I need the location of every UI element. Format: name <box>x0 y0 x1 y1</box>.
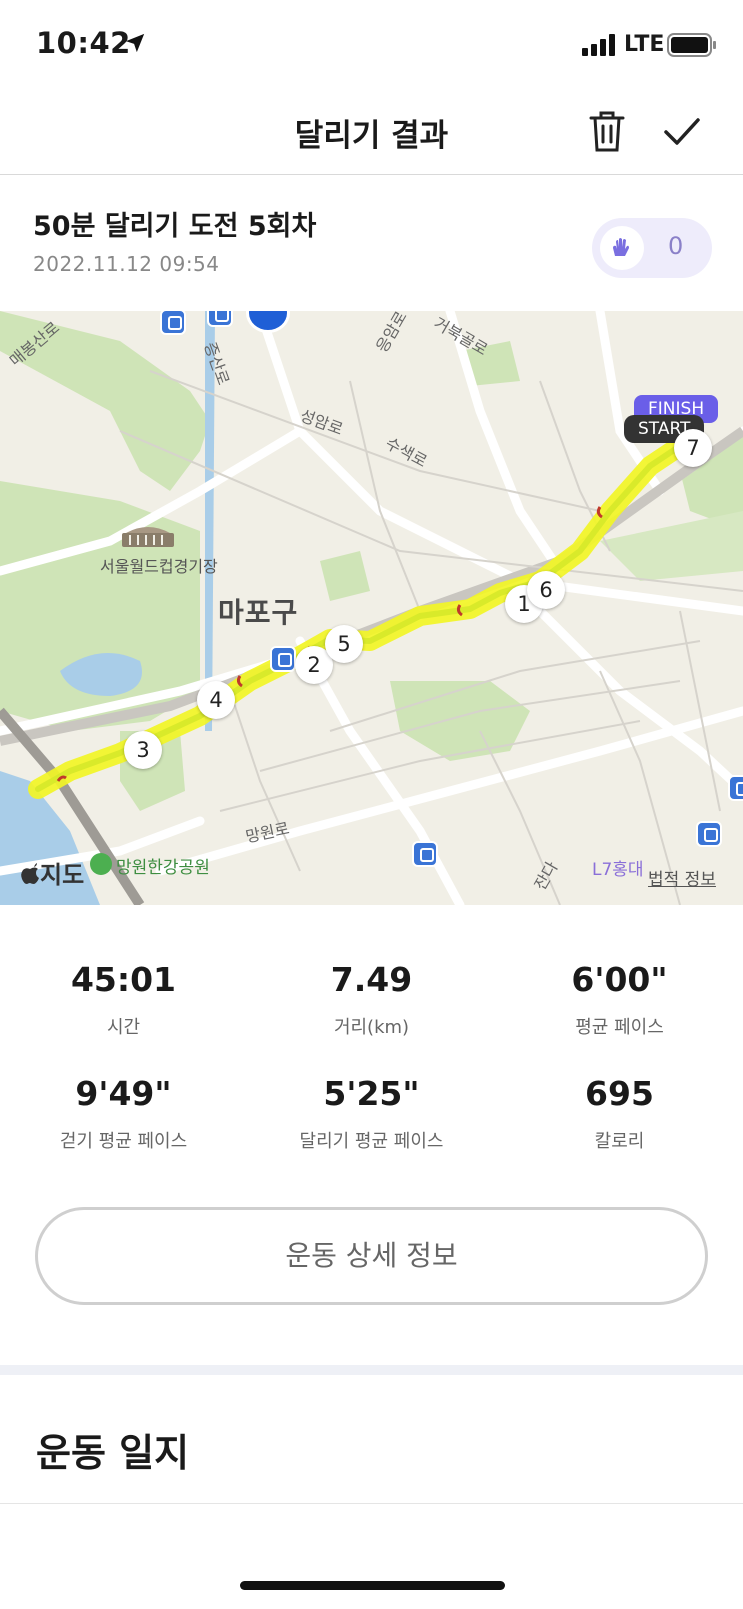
map-base <box>0 311 743 905</box>
check-icon <box>664 118 700 145</box>
stat-value: 6'00" <box>571 960 668 999</box>
stadium-label: 서울월드컵경기장 <box>100 557 218 576</box>
stat-value: 45:01 <box>70 960 177 999</box>
stat-label: 평균 페이스 <box>575 1017 664 1038</box>
stat-walk-pace: 9'49" 걷기 평균 페이스 <box>0 1074 247 1153</box>
subway-icon <box>270 646 296 672</box>
subway-icon <box>207 311 233 327</box>
stat-value: 695 <box>585 1074 654 1113</box>
battery-icon <box>667 33 716 57</box>
subway-icon <box>696 821 722 847</box>
legal-link[interactable]: 법적 정보 <box>648 865 716 890</box>
km-marker: 7 <box>674 429 712 467</box>
stat-calories: 695 칼로리 <box>496 1074 743 1153</box>
stat-label: 거리(km) <box>333 1017 410 1038</box>
section-divider <box>0 1365 743 1375</box>
divider <box>0 1503 743 1504</box>
km-marker: 3 <box>124 731 162 769</box>
route-map[interactable]: 마포구 서울월드컵경기장 망원한강공원 매봉산로 증산로 성암로 수색로 응암로… <box>0 311 743 905</box>
km-marker: 6 <box>527 571 565 609</box>
stat-run-pace: 5'25" 달리기 평균 페이스 <box>248 1074 495 1153</box>
stat-value: 5'25" <box>323 1074 420 1113</box>
run-title: 50분 달리기 도전 5회차 <box>33 211 317 242</box>
km-marker: 5 <box>325 625 363 663</box>
clap-icon <box>613 238 629 256</box>
clap-icon-holder <box>600 226 644 270</box>
confirm-button[interactable] <box>660 110 704 154</box>
map-district-label: 마포구 <box>218 596 299 629</box>
workout-log-title: 운동 일지 <box>36 1431 190 1475</box>
stat-avg-pace: 6'00" 평균 페이스 <box>496 960 743 1039</box>
trash-icon <box>589 111 625 152</box>
app-header: 달리기 결과 <box>0 90 743 175</box>
stat-value: 9'49" <box>75 1074 172 1113</box>
run-summary: 50분 달리기 도전 5회차 2022.11.12 09:54 0 <box>0 176 743 311</box>
subway-icon <box>412 841 438 867</box>
stat-label: 달리기 평균 페이스 <box>299 1131 444 1152</box>
status-time: 10:42 <box>36 26 131 60</box>
network-type: LTE <box>624 32 665 57</box>
stat-label: 걷기 평균 페이스 <box>59 1131 188 1152</box>
run-stats: 45:01 시간 7.49 거리(km) 6'00" 평균 페이스 9'49" … <box>0 950 743 1153</box>
workout-detail-button[interactable]: 운동 상세 정보 <box>35 1207 708 1305</box>
maps-brand-label: 지도 <box>40 861 85 889</box>
clap-button[interactable]: 0 <box>592 218 712 278</box>
run-date: 2022.11.12 09:54 <box>33 252 220 276</box>
stat-value: 7.49 <box>330 960 413 999</box>
page-title: 달리기 결과 <box>294 118 449 154</box>
home-indicator[interactable] <box>240 1581 505 1590</box>
subway-icon <box>728 775 743 801</box>
stat-label: 칼로리 <box>594 1131 645 1152</box>
apple-logo-icon <box>21 863 39 884</box>
stat-label: 시간 <box>106 1017 141 1038</box>
status-bar: 10:42 LTE <box>0 0 743 90</box>
stadium-icon <box>122 527 174 547</box>
clap-count: 0 <box>668 232 684 260</box>
poi-label: L7홍대 <box>592 860 644 880</box>
km-marker: 4 <box>197 681 235 719</box>
signal-icon <box>582 34 615 56</box>
maps-brand: 지도 <box>20 855 84 890</box>
park-icon <box>90 853 112 875</box>
subway-icon <box>160 311 186 335</box>
delete-button[interactable] <box>585 108 629 154</box>
stat-time: 45:01 시간 <box>0 960 247 1039</box>
stat-distance: 7.49 거리(km) <box>248 960 495 1039</box>
location-arrow-icon <box>125 33 145 53</box>
park-label: 망원한강공원 <box>116 858 210 878</box>
